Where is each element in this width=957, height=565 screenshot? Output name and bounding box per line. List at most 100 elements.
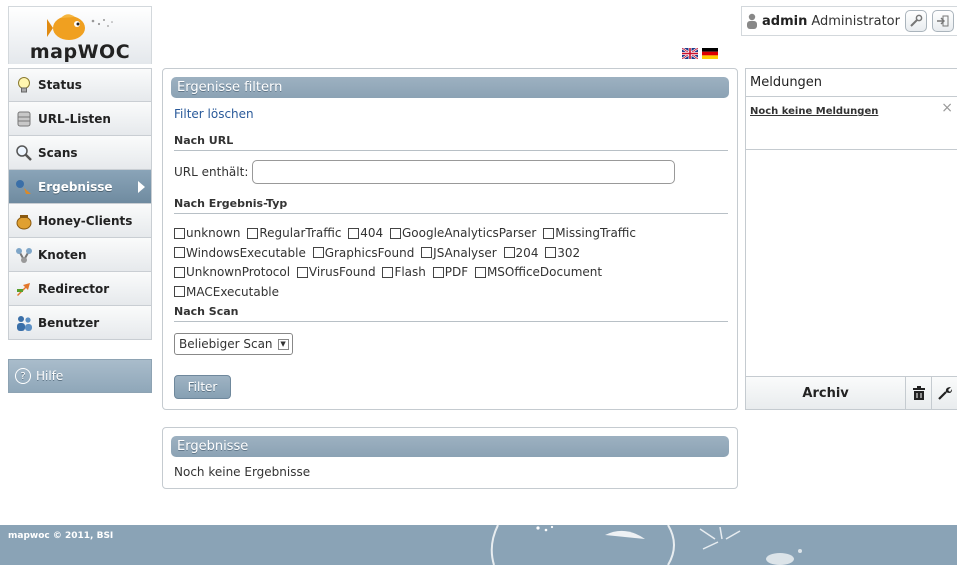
result-type-checkboxes: unknown RegularTraffic 404 GoogleAnalyti… (174, 224, 694, 302)
checkbox-label: unknown (186, 226, 241, 240)
scan-select-value: Beliebiger Scan (179, 337, 273, 351)
users-icon (14, 313, 34, 333)
honey-pot-icon (14, 211, 34, 231)
type-checkbox-macexecutable[interactable]: MACExecutable (174, 283, 279, 301)
checkbox[interactable] (296, 266, 308, 278)
checkbox[interactable] (545, 247, 557, 258)
scan-select[interactable]: Beliebiger Scan ▼ (174, 333, 293, 355)
sidebar-item-benutzer[interactable]: Benutzer (8, 306, 152, 340)
checkbox[interactable] (174, 227, 185, 239)
checkbox[interactable] (503, 247, 515, 258)
logo-text: mapWOC (29, 41, 131, 63)
checkbox[interactable] (543, 227, 555, 239)
by-scan-heading: Nach Scan (174, 305, 728, 322)
checkbox[interactable] (174, 266, 185, 278)
flag-uk-icon[interactable] (681, 47, 699, 60)
type-checkbox-graphicsfound[interactable]: GraphicsFound (312, 244, 415, 262)
url-filter-row: URL enthält: (174, 160, 676, 184)
checkbox-label: Flash (394, 265, 426, 279)
help-button[interactable]: ? Hilfe (8, 359, 152, 393)
sidebar-item-redirector[interactable]: Redirector (8, 272, 152, 306)
checkbox[interactable] (312, 247, 324, 258)
logout-icon (936, 15, 949, 27)
lightbulb-icon (14, 75, 34, 95)
filter-panel: Ergenisse filtern Filter löschen Nach UR… (162, 68, 738, 410)
logout-button[interactable] (931, 10, 954, 32)
message-item: Noch keine Meldungen × (746, 97, 957, 150)
type-checkbox-missingtraffic[interactable]: MissingTraffic (543, 224, 636, 242)
checkbox-label: UnknownProtocol (186, 265, 291, 279)
sidebar-item-status[interactable]: Status (8, 68, 152, 102)
filter-submit-button[interactable]: Filter (174, 375, 231, 399)
help-icon: ? (15, 368, 31, 384)
type-checkbox-msofficedocument[interactable]: MSOfficeDocument (474, 263, 602, 281)
database-icon (14, 109, 34, 129)
archive-button[interactable]: Archiv (746, 386, 905, 401)
help-label: Hilfe (36, 369, 64, 383)
checkbox-label: MissingTraffic (555, 226, 637, 240)
checkbox[interactable] (174, 286, 185, 297)
sidebar-item-scans[interactable]: Scans (8, 136, 152, 170)
close-icon[interactable]: × (941, 100, 953, 116)
chevron-down-icon: ▼ (277, 338, 289, 350)
messages-footer: Archiv (746, 376, 957, 410)
language-switcher (681, 47, 718, 60)
checkbox-label: GraphicsFound (324, 245, 415, 260)
sidebar-item-label: Redirector (38, 281, 110, 296)
results-empty-text: Noch keine Ergebnisse (174, 465, 311, 479)
checkbox-label: GoogleAnalyticsParser (402, 226, 537, 240)
url-contains-input[interactable] (252, 160, 676, 184)
checkbox[interactable] (474, 266, 486, 278)
clear-filter-link[interactable]: Filter löschen (174, 107, 254, 121)
sidebar-item-label: Knoten (38, 247, 87, 262)
checkbox[interactable] (348, 227, 360, 239)
checkbox-label: 204 (515, 245, 539, 260)
checkbox[interactable] (421, 247, 433, 258)
sidebar-item-label: Honey-Clients (38, 213, 133, 228)
sidebar-item-label: Benutzer (38, 315, 100, 330)
sidebar-item-url-listen[interactable]: URL-Listen (8, 102, 152, 136)
type-checkbox-pdf[interactable]: PDF (432, 263, 468, 281)
checkbox[interactable] (432, 266, 444, 278)
type-checkbox-jsanalyser[interactable]: JSAnalyser (421, 244, 497, 262)
flag-de-icon[interactable] (702, 48, 718, 59)
trash-icon[interactable] (905, 376, 931, 410)
nodes-icon (14, 245, 34, 265)
type-checkbox-unknown[interactable]: unknown (174, 224, 241, 242)
type-checkbox-googleanalyticsparser[interactable]: GoogleAnalyticsParser (390, 224, 536, 242)
by-url-heading: Nach URL (174, 134, 728, 151)
checkbox[interactable] (247, 227, 259, 239)
app-logo[interactable]: mapWOC (8, 6, 152, 64)
type-checkbox-302[interactable]: 302 (545, 244, 580, 262)
sidebar-item-label: Status (38, 78, 82, 92)
user-role: Administrator (811, 13, 900, 29)
checkbox[interactable] (390, 227, 401, 239)
sidebar-item-label: URL-Listen (38, 111, 111, 126)
type-checkbox-virusfound[interactable]: VirusFound (296, 263, 376, 281)
footer-decoration-icon (490, 525, 802, 565)
results-panel-title: Ergebnisse (171, 436, 729, 457)
wrench-icon (910, 14, 923, 27)
type-checkbox-404[interactable]: 404 (348, 224, 383, 242)
checkbox[interactable] (174, 247, 185, 258)
active-arrow-icon (138, 181, 145, 193)
results-icon (14, 177, 34, 197)
type-checkbox-windowsexecutable[interactable]: WindowsExecutable (174, 244, 306, 262)
magnifier-icon (14, 143, 34, 163)
messages-panel: Meldungen Noch keine Meldungen × Archiv (745, 68, 957, 410)
type-checkbox-flash[interactable]: Flash (382, 263, 426, 281)
sidebar-item-knoten[interactable]: Knoten (8, 238, 152, 272)
wrench-icon[interactable] (931, 376, 957, 410)
checkbox-label: VirusFound (308, 265, 376, 279)
type-checkbox-204[interactable]: 204 (503, 244, 539, 262)
type-checkbox-unknownprotocol[interactable]: UnknownProtocol (174, 263, 290, 281)
checkbox-label: MACExecutable (186, 284, 280, 299)
checkbox-label: RegularTraffic (259, 226, 342, 240)
settings-wrench-button[interactable] (904, 10, 927, 32)
user-name: admin (762, 13, 808, 29)
results-panel: Ergebnisse Noch keine Ergebnisse (162, 427, 738, 489)
sidebar-item-honey-clients[interactable]: Honey-Clients (8, 204, 152, 238)
type-checkbox-regulartraffic[interactable]: RegularTraffic (247, 224, 341, 242)
sidebar-item-ergebnisse[interactable]: Ergebnisse (8, 170, 152, 204)
checkbox[interactable] (382, 266, 394, 278)
